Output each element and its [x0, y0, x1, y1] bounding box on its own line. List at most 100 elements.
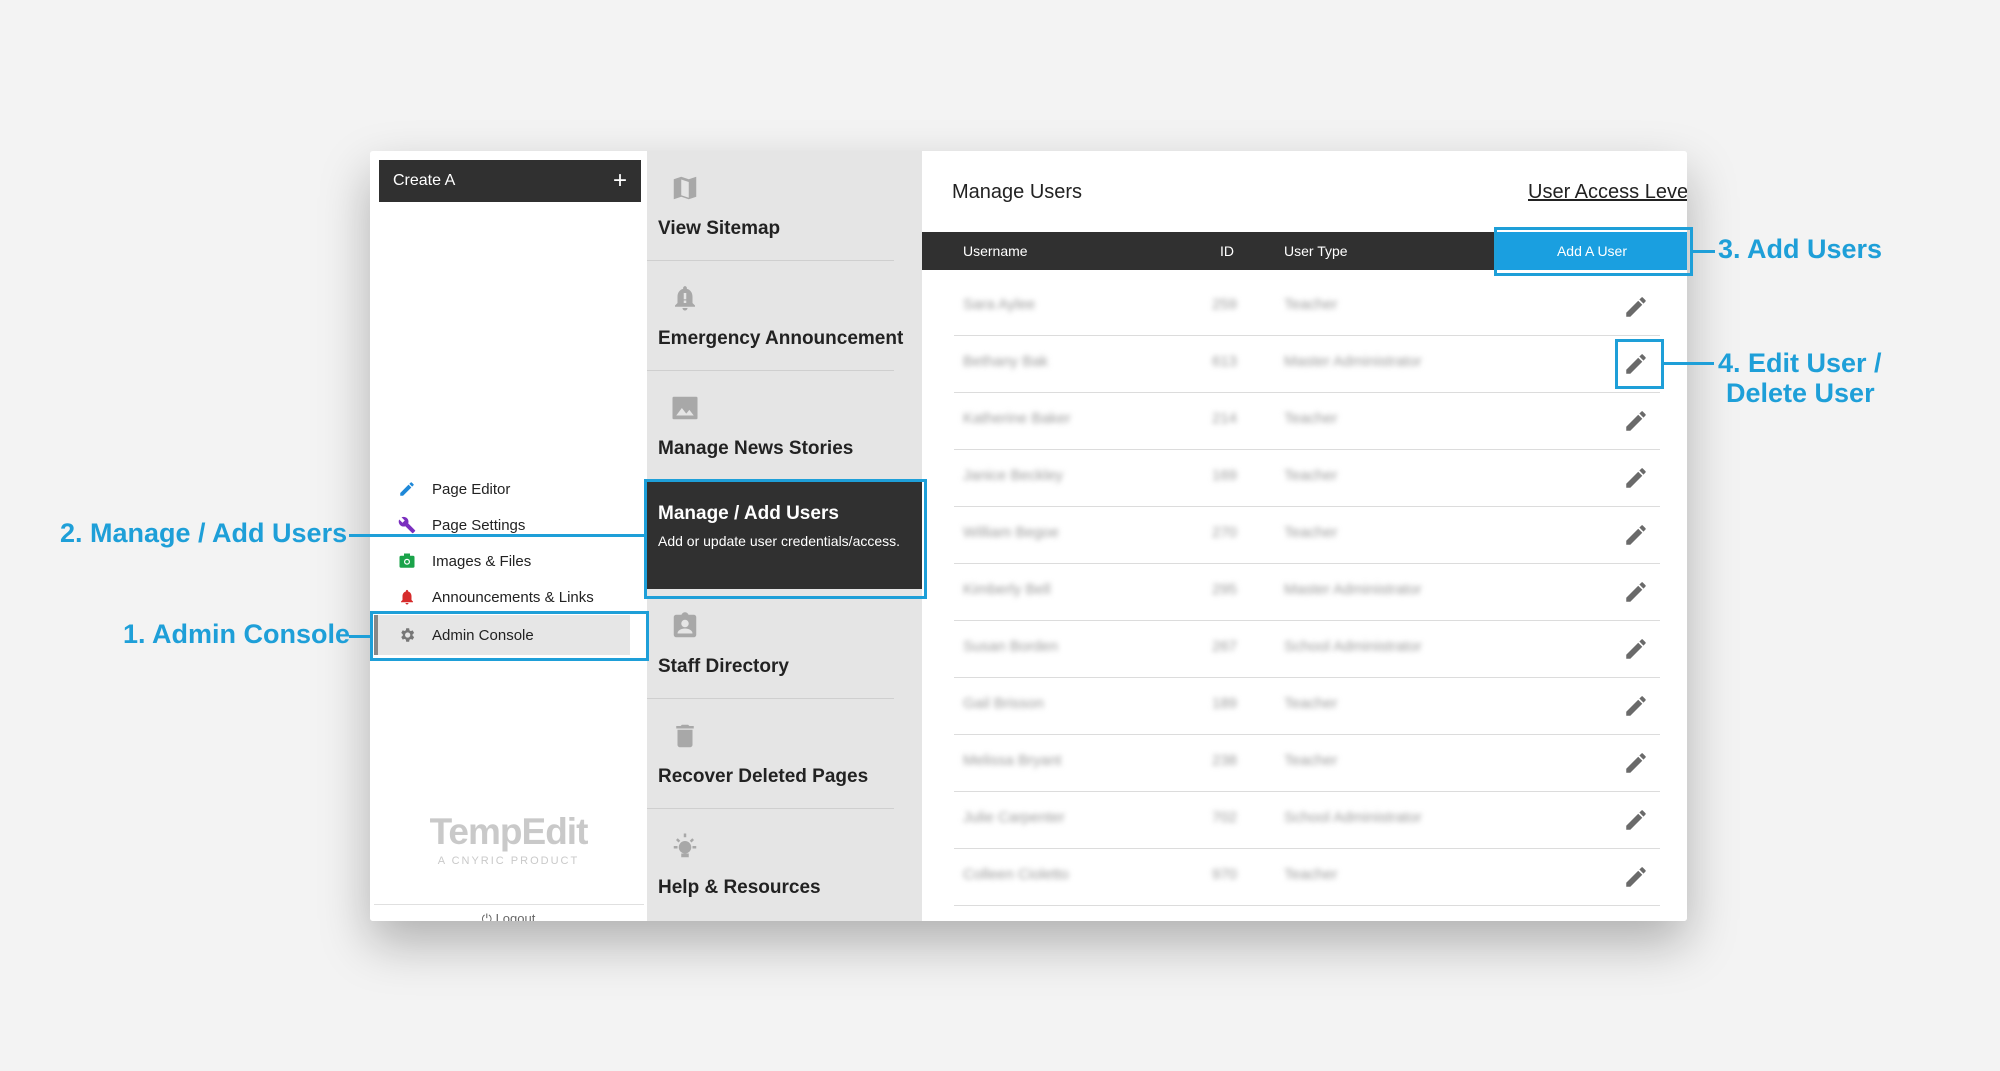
cell-user-type: Master Administrator [1284, 353, 1422, 370]
annotation-edit-user-2: Delete User [1726, 378, 1875, 408]
column-user-type[interactable]: User Type [1284, 243, 1348, 259]
annotation-edit-user-1: 4. Edit User / [1718, 348, 1882, 378]
cell-username: Janice Beckley [963, 467, 1064, 484]
cell-user-type: Master Administrator [1284, 581, 1422, 598]
create-label: Create A [393, 172, 456, 189]
trash-icon [676, 724, 694, 748]
annotation-manage-users: 2. Manage / Add Users [60, 518, 348, 548]
menu-item-label: Manage News Stories [658, 438, 854, 459]
edit-user-icon[interactable] [1623, 864, 1649, 890]
menu-item-manage-news[interactable]: Manage News Stories [647, 371, 894, 481]
cell-user-type: Teacher [1284, 866, 1338, 883]
menu-item-help-resources[interactable]: Help & Resources [647, 809, 894, 919]
logout-link[interactable]: ⏻ Logout [370, 911, 647, 921]
pencil-icon [396, 478, 418, 500]
bell-icon [675, 286, 695, 311]
create-button[interactable]: Create A + [379, 160, 641, 202]
cell-id: 270 [1212, 524, 1238, 541]
table-row: Kimberly Bell 295 Master Administrator [954, 563, 1660, 621]
cell-username: Bethany Bak [963, 353, 1049, 370]
alert-bell-icon [396, 586, 418, 608]
sidebar-item-announcements[interactable]: Announcements & Links [374, 579, 630, 615]
table-row: Sara Aylee 259 Teacher [954, 278, 1660, 336]
menu-item-label: Emergency Announcement [658, 328, 904, 349]
edit-user-icon[interactable] [1623, 693, 1649, 719]
camera-icon [396, 550, 418, 572]
lightbulb-icon [673, 833, 697, 858]
sidebar-item-label: Images & Files [432, 552, 532, 570]
menu-item-recover-deleted[interactable]: Recover Deleted Pages [647, 699, 894, 809]
cell-username: Sara Aylee [963, 296, 1036, 313]
page-title: Manage Users [952, 181, 1083, 203]
menu-item-label: View Sitemap [658, 218, 781, 239]
edit-user-icon[interactable] [1623, 408, 1649, 434]
table-row: Julie Carpenter 702 School Administrator [954, 791, 1660, 849]
annotation-add-users: 3. Add Users [1718, 234, 1883, 264]
cell-id: 267 [1212, 638, 1238, 655]
cell-id: 169 [1212, 467, 1238, 484]
table-row: Katherine Baker 214 Teacher [954, 392, 1660, 450]
table-row: Gail Brisson 189 Teacher [954, 677, 1660, 735]
cell-username: Melissa Bryant [963, 752, 1062, 769]
edit-user-icon[interactable] [1623, 294, 1649, 320]
edit-user-icon[interactable] [1623, 579, 1649, 605]
cell-user-type: Teacher [1284, 695, 1338, 712]
cell-user-type: Teacher [1284, 467, 1338, 484]
edit-user-icon[interactable] [1623, 465, 1649, 491]
callout-line [1664, 362, 1714, 365]
sidebar-item-page-editor[interactable]: Page Editor [374, 471, 630, 507]
user-access-levels-link[interactable]: User Access Levels [1528, 181, 1687, 204]
edit-user-icon[interactable] [1623, 522, 1649, 548]
cell-user-type: School Administrator [1284, 638, 1422, 655]
cell-username: Julie Carpenter [963, 809, 1065, 826]
table-row: Bethany Bak 613 Master Administrator [954, 335, 1660, 393]
cell-id: 189 [1212, 695, 1238, 712]
logo-subtitle: A CNYRIC PRODUCT [437, 855, 580, 867]
sidebar-item-images-files[interactable]: Images & Files [374, 543, 630, 579]
table-row: Colleen Cioletto 970 Teacher [954, 848, 1660, 906]
edit-user-icon[interactable] [1623, 636, 1649, 662]
cell-username: Gail Brisson [963, 695, 1044, 712]
menu-item-view-sitemap[interactable]: View Sitemap [647, 151, 894, 261]
table-row: William Begoe 270 Teacher [954, 506, 1660, 564]
cell-id: 613 [1212, 353, 1238, 370]
callout-line [349, 635, 370, 638]
cell-username: Katherine Baker [963, 410, 1071, 427]
sidebar-item-page-settings[interactable]: Page Settings [374, 507, 630, 543]
edit-user-icon[interactable] [1623, 807, 1649, 833]
cell-id: 702 [1212, 809, 1238, 826]
menu-item-emergency-announcement[interactable]: Emergency Announcement [647, 261, 903, 371]
menu-item-staff-directory[interactable]: Staff Directory [647, 589, 894, 699]
cell-username: Colleen Cioletto [963, 866, 1069, 883]
callout-line [349, 534, 644, 537]
table-row: Melissa Bryant 238 Teacher [954, 734, 1660, 792]
map-icon [673, 176, 697, 200]
image-icon [672, 396, 698, 420]
cell-id: 970 [1212, 866, 1238, 883]
callout-line [1693, 250, 1715, 253]
column-id[interactable]: ID [1220, 243, 1234, 259]
wrench-icon [396, 514, 418, 536]
logo-name: TempEdit [429, 811, 589, 852]
cell-username: Kimberly Bell [963, 581, 1051, 598]
badge-icon [673, 612, 697, 638]
sidebar-item-label: Page Settings [432, 516, 526, 534]
cell-id: 238 [1212, 752, 1238, 769]
sidebar-item-label: Announcements & Links [432, 588, 594, 606]
highlight-admin-console [370, 611, 649, 661]
table-row: Susan Borden 267 School Administrator [954, 620, 1660, 678]
cell-user-type: Teacher [1284, 752, 1338, 769]
highlight-edit-user [1615, 339, 1664, 389]
plus-icon: + [612, 167, 627, 194]
logout-label: Logout [495, 911, 536, 921]
table-row: Janice Beckley 169 Teacher [954, 449, 1660, 507]
cell-user-type: Teacher [1284, 296, 1338, 313]
annotation-admin-console: 1. Admin Console [123, 619, 351, 649]
highlight-manage-users [644, 479, 927, 599]
column-username[interactable]: Username [963, 243, 1028, 259]
cell-username: William Begoe [963, 524, 1059, 541]
cell-id: 214 [1212, 410, 1238, 427]
menu-item-label: Help & Resources [658, 877, 821, 898]
cell-user-type: Teacher [1284, 410, 1338, 427]
edit-user-icon[interactable] [1623, 750, 1649, 776]
